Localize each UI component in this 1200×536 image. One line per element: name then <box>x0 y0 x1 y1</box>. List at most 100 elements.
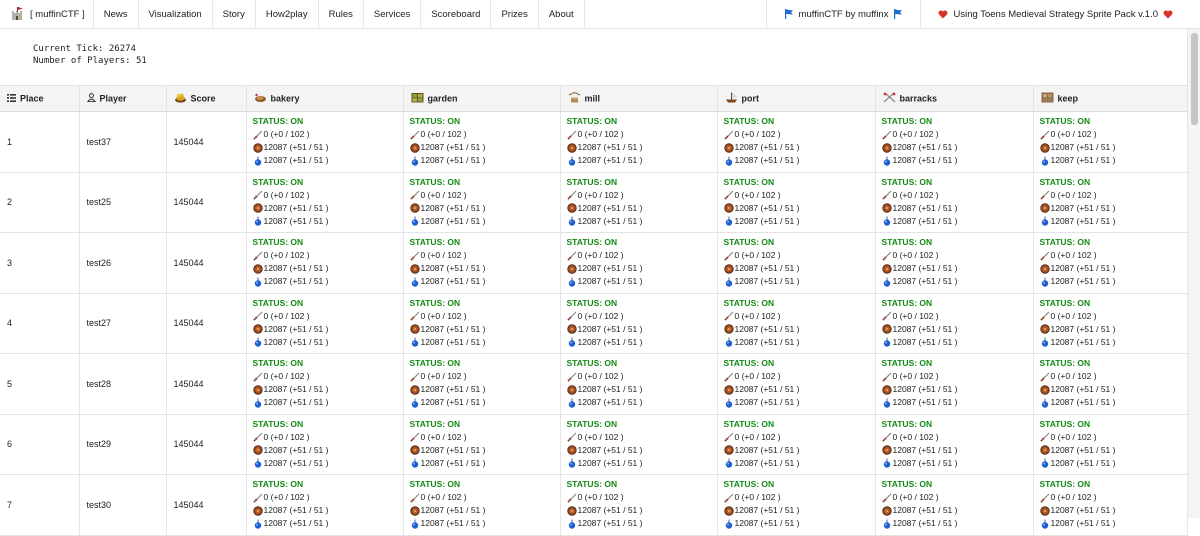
sla-stat: 12087 (+51 / 51 ) <box>1040 517 1187 530</box>
defense-value: 12087 (+51 / 51 ) <box>1050 202 1116 213</box>
sword-icon <box>252 432 263 442</box>
service-status: STATUS: ON <box>1039 358 1091 368</box>
defense-stat: 12087 (+51 / 51 ) <box>881 504 1033 517</box>
player-name-cell: test37 <box>79 111 167 173</box>
nav-story[interactable]: Story <box>213 0 256 28</box>
attack-value: 0 (+0 / 102 ) <box>577 371 624 381</box>
header-service-keep[interactable]: keep <box>1033 85 1188 112</box>
potion-icon <box>724 458 734 468</box>
nav-rules[interactable]: Rules <box>319 0 364 28</box>
service-cell-keep: STATUS: ON 0 (+0 / 102 ) 12087 (+51 / 51 )… <box>1033 293 1188 354</box>
header-place[interactable]: Place <box>0 85 80 112</box>
service-cell-barracks: STATUS: ON 0 (+0 / 102 ) 12087 (+51 / 51 )… <box>875 172 1034 233</box>
potion-icon <box>1040 216 1050 226</box>
service-status: STATUS: ON <box>723 418 775 429</box>
sla-value: 12087 (+51 / 51 ) <box>577 155 643 165</box>
header-score[interactable]: Score <box>166 85 247 112</box>
sla-value: 12087 (+51 / 51 ) <box>734 518 800 528</box>
service-status: STATUS: ON <box>723 479 775 489</box>
user-icon <box>86 93 96 104</box>
shield-icon <box>1039 384 1050 395</box>
attack-value: 0 (+0 / 102 ) <box>577 492 624 502</box>
place-cell: 4 <box>0 293 80 354</box>
attack-value: 0 (+0 / 102 ) <box>420 250 467 260</box>
header-service-bakery[interactable]: bakery <box>246 85 404 112</box>
service-cell-mill: STATUS: ON 0 (+0 / 102 ) 12087 (+51 / 51 )… <box>560 232 718 294</box>
attack-value: 0 (+0 / 102 ) <box>577 129 624 139</box>
nav-services[interactable]: Services <box>364 0 422 28</box>
service-cell-garden: STATUS: ON 0 (+0 / 102 ) 12087 (+51 / 51 )… <box>403 293 561 354</box>
sword-icon <box>723 493 734 503</box>
service-status: STATUS: ON <box>881 479 933 489</box>
defense-stat: 12087 (+51 / 51 ) <box>1039 262 1187 275</box>
potion-icon <box>567 337 577 347</box>
attack-value: 0 (+0 / 102 ) <box>892 371 939 381</box>
header-service-garden[interactable]: garden <box>403 85 561 112</box>
scrollbar-thumb[interactable] <box>1191 33 1198 125</box>
nav-scoreboard[interactable]: Scoreboard <box>421 0 492 28</box>
defense-value: 12087 (+51 / 51 ) <box>892 202 958 213</box>
attack-value: 0 (+0 / 102 ) <box>734 431 781 442</box>
service-cell-bakery: STATUS: ON 0 (+0 / 102 ) 12087 (+51 / 51 )… <box>246 111 404 173</box>
shield-icon <box>881 384 892 395</box>
header-player[interactable]: Player <box>79 85 167 112</box>
shield-icon <box>723 384 734 395</box>
defense-stat: 12087 (+51 / 51 ) <box>409 323 560 336</box>
service-cell-bakery: STATUS: ON 0 (+0 / 102 ) 12087 (+51 / 51 )… <box>246 172 404 233</box>
service-status: STATUS: ON <box>252 237 304 247</box>
table-row: 7 test30 145044 STATUS: ON 0 (+0 / 102 ) 1208… <box>0 474 1188 536</box>
attack-value: 0 (+0 / 102 ) <box>892 189 939 200</box>
defense-stat: 12087 (+51 / 51 ) <box>1039 444 1187 457</box>
nav-visualization[interactable]: Visualization <box>139 0 213 28</box>
attack-stat: 0 (+0 / 102 ) <box>1039 370 1187 383</box>
sword-icon <box>723 251 734 261</box>
sla-stat: 12087 (+51 / 51 ) <box>724 517 875 530</box>
nav-about[interactable]: About <box>539 0 585 28</box>
service-status: STATUS: ON <box>881 237 933 247</box>
flag-icon <box>784 9 794 19</box>
nav-prizes[interactable]: Prizes <box>491 0 539 28</box>
sword-icon <box>881 251 892 261</box>
service-cell-mill: STATUS: ON 0 (+0 / 102 ) 12087 (+51 / 51 )… <box>560 111 718 173</box>
potion-icon <box>1040 277 1050 287</box>
sla-stat: 12087 (+51 / 51 ) <box>1040 154 1187 167</box>
sword-icon <box>252 493 263 503</box>
brand-link[interactable]: [ muffinCTF ] <box>0 0 94 28</box>
sla-value: 12087 (+51 / 51 ) <box>1050 215 1116 226</box>
sla-stat: 12087 (+51 / 51 ) <box>882 215 1033 228</box>
potion-icon <box>724 337 734 347</box>
credit-spritepack-link[interactable]: Using Toens Medieval Strategy Sprite Pac… <box>920 0 1200 28</box>
shield-icon <box>881 142 892 153</box>
defense-stat: 12087 (+51 / 51 ) <box>881 262 1033 275</box>
potion-icon <box>410 277 420 287</box>
attack-stat: 0 (+0 / 102 ) <box>409 491 560 504</box>
header-service-barracks[interactable]: barracks <box>875 85 1034 112</box>
header-service-mill[interactable]: mill <box>560 85 718 112</box>
nav-how2play[interactable]: How2play <box>256 0 319 28</box>
credit-muffinx-link[interactable]: muffinCTF by muffinx <box>765 0 921 28</box>
header-service-port[interactable]: port <box>717 85 876 112</box>
sword-icon <box>1039 251 1050 261</box>
defense-value: 12087 (+51 / 51 ) <box>263 142 329 152</box>
page-scrollbar[interactable] <box>1187 29 1200 518</box>
defense-stat: 12087 (+51 / 51 ) <box>252 262 403 275</box>
sla-value: 12087 (+51 / 51 ) <box>263 336 329 347</box>
attack-value: 0 (+0 / 102 ) <box>420 371 467 381</box>
attack-stat: 0 (+0 / 102 ) <box>1039 249 1187 262</box>
defense-value: 12087 (+51 / 51 ) <box>1050 263 1116 273</box>
attack-stat: 0 (+0 / 102 ) <box>252 491 403 504</box>
sla-stat: 12087 (+51 / 51 ) <box>410 154 560 167</box>
player-name-cell: test26 <box>79 232 167 294</box>
service-status: STATUS: ON <box>881 116 933 126</box>
service-status: STATUS: ON <box>1039 418 1091 429</box>
service-cell-barracks: STATUS: ON 0 (+0 / 102 ) 12087 (+51 / 51 )… <box>875 414 1034 475</box>
shield-icon <box>566 505 577 516</box>
sword-icon <box>1039 311 1050 321</box>
sword-icon <box>1039 190 1050 200</box>
nav-news[interactable]: News <box>94 0 139 28</box>
sword-icon <box>566 372 577 382</box>
service-status: STATUS: ON <box>566 358 618 368</box>
shield-icon <box>252 445 263 455</box>
attack-value: 0 (+0 / 102 ) <box>734 129 781 139</box>
sla-value: 12087 (+51 / 51 ) <box>892 518 958 528</box>
